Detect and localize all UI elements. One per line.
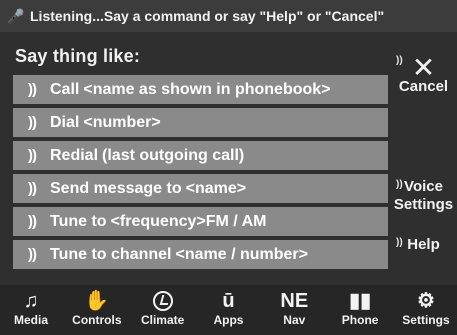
command-dial-label: Dial (50, 113, 80, 131)
command-tune-to[interactable]: )) Tune to <frequency>FM / AM (13, 207, 388, 236)
voice-settings-button[interactable]: )) Voice Settings (390, 178, 457, 220)
climate-icon (152, 289, 173, 313)
voice-wave-icon: )) (28, 246, 37, 263)
voice-wave-icon: )) (396, 179, 403, 190)
command-dial[interactable]: )) Dial <number> (13, 108, 388, 137)
voice-wave-icon: )) (28, 114, 37, 131)
voice-wave-icon: )) (396, 237, 403, 248)
command-redial-hint: (last outgoing call) (102, 146, 245, 164)
gear-icon: ⚙ (417, 290, 435, 312)
nav-apps-label: Apps (213, 313, 244, 327)
cancel-button[interactable]: )) ✕ Cancel (390, 54, 457, 96)
hand-icon: ✋ (84, 290, 110, 312)
command-tune-to-label: Tune to (50, 212, 107, 230)
command-redial[interactable]: )) Redial (last outgoing call) (13, 141, 388, 170)
command-call-hint: <name as shown in phonebook> (83, 80, 331, 98)
nav-nav-label: Nav (283, 313, 306, 327)
help-label: Help (407, 236, 440, 253)
voice-command-list: )) Call <name as shown in phonebook> )) … (13, 75, 388, 273)
nav-climate-label: Climate (140, 313, 185, 327)
nav-apps[interactable]: ū Apps (201, 285, 255, 335)
nav-nav[interactable]: NE Nav (267, 285, 321, 335)
voice-wave-icon: )) (28, 81, 37, 98)
apps-icon: ū (222, 290, 235, 312)
nav-media[interactable]: ♫ Media (4, 285, 58, 335)
voice-wave-icon: )) (28, 147, 37, 164)
command-prompt-title: Say thing like: (15, 46, 141, 66)
nav-phone-label: Phone (341, 313, 379, 327)
help-button[interactable]: )) Help (390, 236, 457, 262)
cancel-label: Cancel (398, 78, 449, 95)
voice-actions-panel: )) ✕ Cancel )) Voice Settings )) Help (390, 50, 457, 270)
command-call[interactable]: )) Call <name as shown in phonebook> (13, 75, 388, 104)
nav-settings-label: Settings (402, 313, 450, 327)
command-dial-hint: <number> (83, 113, 161, 131)
music-note-icon: ♫ (23, 290, 39, 312)
bottom-navigation: ♫ Media ✋ Controls Climate ū Apps NE Nav… (0, 285, 457, 335)
nav-controls[interactable]: ✋ Controls (70, 285, 124, 335)
voice-wave-icon: )) (396, 55, 403, 66)
command-redial-label: Redial (50, 146, 99, 164)
voice-status-bar: 🎤 Listening...Say a command or say "Help… (0, 0, 457, 32)
command-send-message-label: Send message to (50, 179, 182, 197)
command-tune-to-hint: <frequency>FM / AM (110, 212, 267, 230)
command-tune-channel-hint: <name / number> (175, 245, 308, 263)
voice-command-screen: 🎤 Listening...Say a command or say "Help… (0, 0, 457, 335)
nav-media-label: Media (13, 313, 48, 327)
nav-phone[interactable]: ▮▮ Phone (333, 285, 387, 335)
nav-controls-label: Controls (72, 313, 122, 327)
command-tune-channel[interactable]: )) Tune to channel <name / number> (13, 240, 388, 269)
nav-climate[interactable]: Climate (136, 285, 190, 335)
command-send-message-hint: <name> (185, 179, 247, 197)
phone-signal-icon: ▮▮ (349, 290, 372, 312)
command-tune-channel-label: Tune to channel (50, 245, 172, 263)
voice-listening-icon: 🎤 (7, 8, 25, 24)
command-send-message[interactable]: )) Send message to <name> (13, 174, 388, 203)
compass-icon: NE (280, 290, 309, 312)
voice-wave-icon: )) (28, 180, 37, 197)
voice-status-text: Listening...Say a command or say "Help" … (30, 8, 385, 24)
command-call-label: Call (50, 80, 80, 98)
voice-settings-label-line2: Settings (393, 196, 454, 213)
nav-settings[interactable]: ⚙ Settings (399, 285, 453, 335)
voice-wave-icon: )) (28, 213, 37, 230)
